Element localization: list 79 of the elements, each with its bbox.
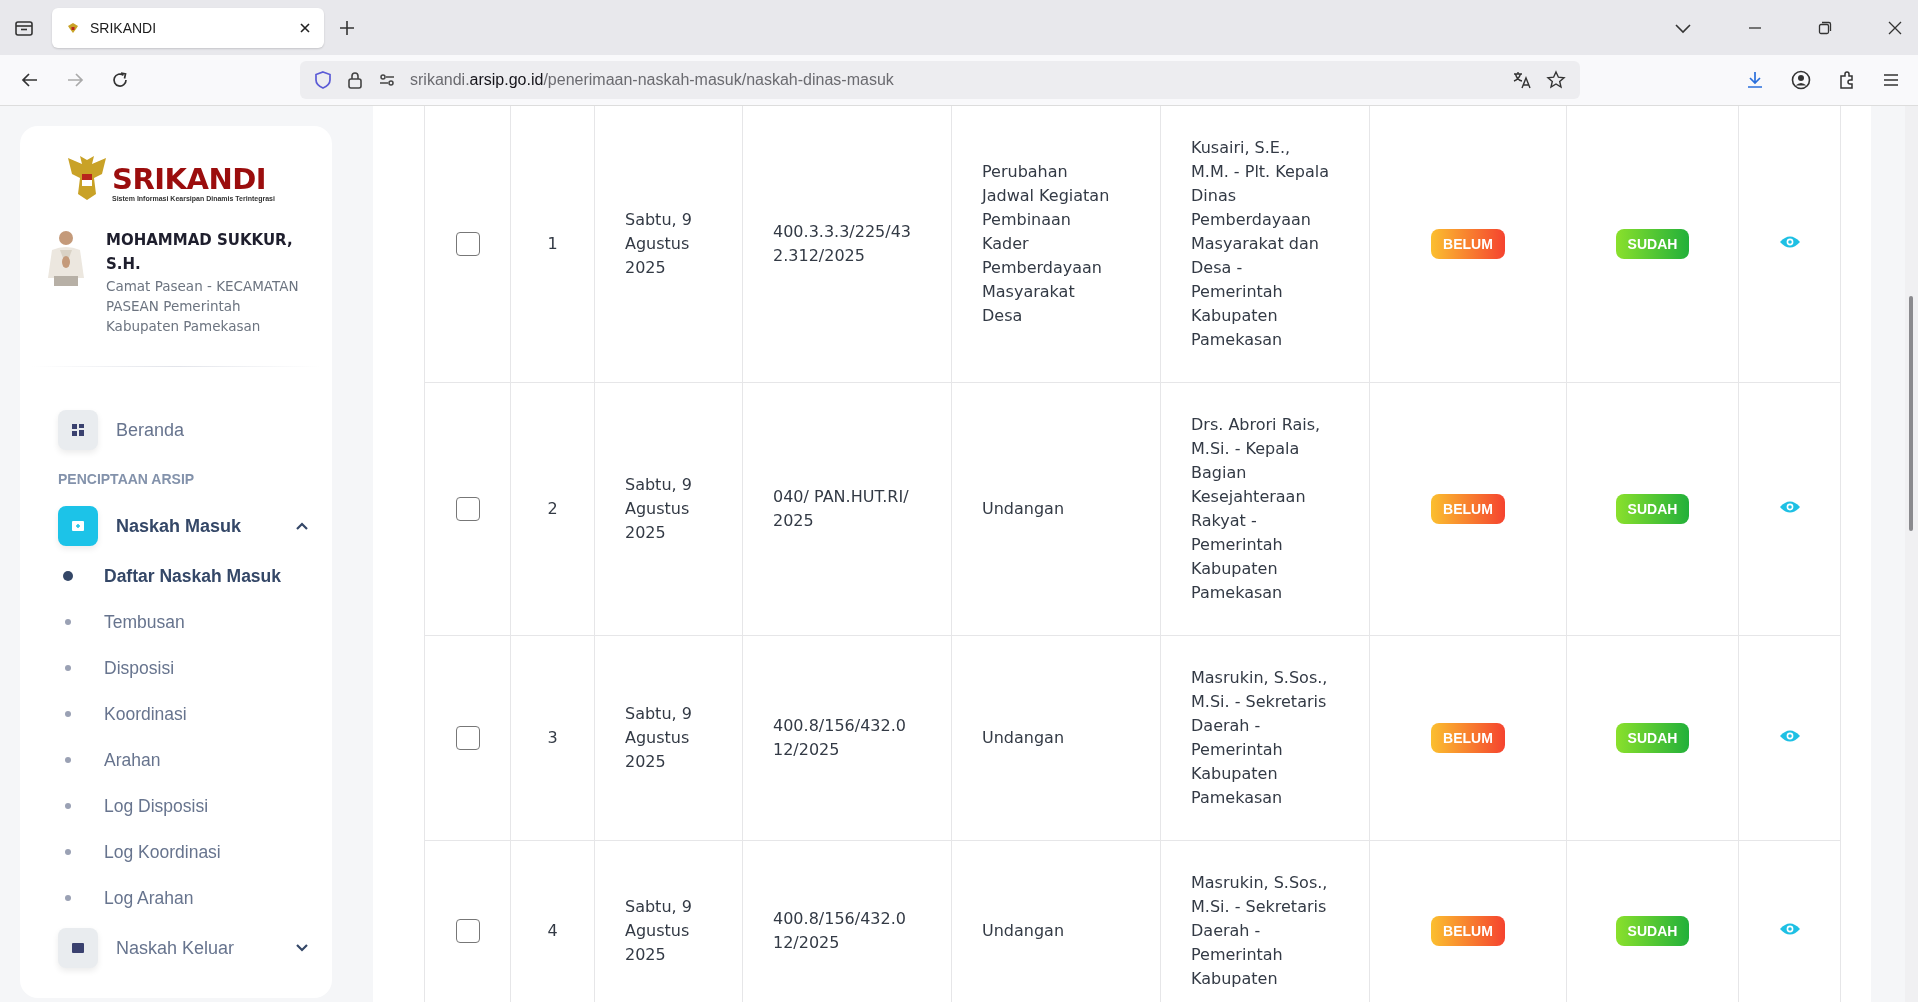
- submenu-item[interactable]: Log Disposisi: [20, 783, 332, 829]
- menu-icon[interactable]: [1882, 71, 1900, 89]
- status-badge: SUDAH: [1615, 229, 1690, 259]
- close-icon[interactable]: [298, 20, 312, 35]
- account-icon[interactable]: [1790, 69, 1812, 91]
- letter-number-cell: 040/ PAN.HUT.RI/2025: [773, 487, 909, 530]
- submenu-item[interactable]: Log Arahan: [20, 875, 332, 921]
- row-number: 1: [547, 234, 558, 253]
- bullet-icon: [65, 803, 71, 809]
- subject-cell: Undangan: [982, 921, 1065, 940]
- bullet-icon: [63, 571, 73, 581]
- date-cell: Sabtu, 9 Agustus 2025: [625, 704, 692, 771]
- nav-item[interactable]: Naskah Keluar: [20, 921, 332, 975]
- subject-cell: Perubahan Jadwal Kegiatan Pembinaan Kader Pemberdayaan Masyarakat Desa: [982, 162, 1110, 325]
- translate-icon[interactable]: [1512, 70, 1532, 90]
- date-cell: Sabtu, 9 Agustus 2025: [625, 475, 692, 542]
- user-name: MOHAMMAD SUKKUR, S.H.: [106, 230, 294, 275]
- status-badge: SUDAH: [1615, 494, 1690, 524]
- user-role: Camat Pasean - KECAMATAN PASEAN Pemerintah Kabupaten Pamekasan: [106, 277, 300, 336]
- row-number: 2: [547, 499, 558, 518]
- row-number: 4: [547, 921, 558, 940]
- grid-icon: [72, 424, 84, 436]
- submenu-item[interactable]: Koordinasi: [20, 691, 332, 737]
- date-cell: Sabtu, 9 Agustus 2025: [625, 897, 692, 964]
- scrollbar-thumb[interactable]: [1909, 296, 1913, 531]
- reload-icon[interactable]: [110, 70, 130, 90]
- document-icon: [72, 942, 84, 954]
- download-icon[interactable]: [1745, 70, 1765, 90]
- logo-title: SRIKANDI: [112, 163, 268, 195]
- url-text: srikandi.arsip.go.id/penerimaan-naskah-masuk/naskah-dinas-masuk: [410, 71, 894, 89]
- letter-number-cell: 400.8/156/432.012/2025: [773, 909, 906, 952]
- row-checkbox[interactable]: [455, 497, 480, 522]
- nav-item[interactable]: Naskah Masuk: [20, 499, 332, 553]
- status-badge: SUDAH: [1615, 916, 1690, 946]
- address-bar[interactable]: srikandi.arsip.go.id/penerimaan-naskah-masuk/naskah-dinas-masuk: [300, 61, 1580, 99]
- shield-icon[interactable]: [314, 70, 332, 90]
- lock-icon[interactable]: [346, 70, 364, 90]
- restore-icon[interactable]: [1818, 20, 1832, 35]
- emblem-icon: [66, 20, 80, 35]
- row-checkbox[interactable]: [455, 919, 480, 944]
- letter-number-cell: 400.3.3.3/225/432.312/2025: [773, 222, 911, 265]
- status-badge: BELUM: [1431, 494, 1505, 524]
- subject-cell: Undangan: [982, 499, 1065, 518]
- bullet-icon: [65, 757, 71, 763]
- nav-item[interactable]: Beranda: [20, 403, 332, 457]
- tune-icon[interactable]: [378, 71, 396, 89]
- status-badge: BELUM: [1431, 229, 1505, 259]
- browser-tab[interactable]: SRIKANDI: [52, 7, 324, 48]
- close-icon[interactable]: [1888, 20, 1902, 35]
- submenu-item[interactable]: Daftar Naskah Masuk: [20, 553, 332, 599]
- status-badge: BELUM: [1431, 723, 1505, 753]
- sender-cell: Masrukin, S.Sos., M.Si. - Sekretaris Daerah - Pemerintah Kabupaten: [1191, 873, 1328, 988]
- submenu-item[interactable]: Arahan: [20, 737, 332, 783]
- sender-cell: Masrukin, S.Sos., M.Si. - Sekretaris Daerah - Pemerintah Kabupaten Pamekasan: [1191, 668, 1328, 807]
- submenu-item[interactable]: Disposisi: [20, 645, 332, 691]
- submenu-item[interactable]: Tembusan: [20, 599, 332, 645]
- bullet-icon: [65, 665, 71, 671]
- status-badge: SUDAH: [1615, 723, 1690, 753]
- row-checkbox[interactable]: [455, 726, 480, 751]
- new-tab-icon[interactable]: [338, 18, 356, 37]
- bullet-icon: [65, 711, 71, 717]
- row-number: 3: [547, 728, 558, 747]
- subject-cell: Undangan: [982, 728, 1065, 747]
- sender-cell: Kusairi, S.E., M.M. - Plt. Kepala Dinas Pemberdayaan Masyarakat dan Desa - Pemerintah Kabupaten Pamekasan: [1191, 138, 1329, 349]
- row-checkbox[interactable]: [455, 232, 480, 257]
- section-heading: PENCIPTAAN ARSIP: [57, 470, 196, 489]
- star-icon[interactable]: [1546, 70, 1566, 90]
- status-badge: BELUM: [1431, 916, 1505, 946]
- chevron-icon: [296, 522, 308, 530]
- chevron-icon: [296, 944, 308, 952]
- bullet-icon: [65, 895, 71, 901]
- letter-number-cell: 400.8/156/432.012/2025: [773, 716, 906, 759]
- bullet-icon: [65, 849, 71, 855]
- submenu-item[interactable]: Log Koordinasi: [20, 829, 332, 875]
- date-cell: Sabtu, 9 Agustus 2025: [625, 210, 692, 277]
- sender-cell: Drs. Abrori Rais, M.Si. - Kepala Bagian Kesejahteraan Rakyat - Pemerintah Kabupaten Pamekasan: [1191, 415, 1321, 602]
- tab-title: SRIKANDI: [90, 19, 157, 36]
- bullet-icon: [65, 619, 71, 625]
- document-icon: [72, 520, 84, 532]
